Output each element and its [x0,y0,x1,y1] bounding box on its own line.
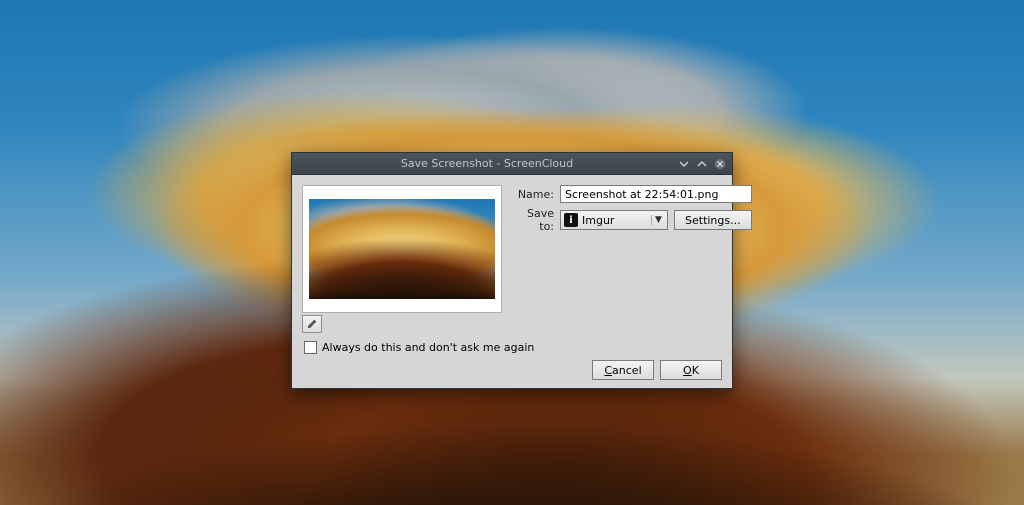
ok-button[interactable]: OK [660,360,722,380]
always-do-this-label: Always do this and don't ask me again [322,341,534,354]
save-to-selected: Imgur [582,214,647,227]
desktop-wallpaper: Save Screenshot - ScreenCloud [0,0,1024,505]
screenshot-preview [302,185,502,313]
maximize-icon[interactable] [694,156,710,172]
edit-screenshot-button[interactable] [302,315,322,333]
save-to-label: Save to: [510,207,554,233]
dialog-body: Name: Save to: i Imgur ▼ Settings... [292,175,732,388]
cancel-button[interactable]: Cancel [592,360,654,380]
minimize-icon[interactable] [676,156,692,172]
window-title: Save Screenshot - ScreenCloud [300,157,674,170]
form-panel: Name: Save to: i Imgur ▼ Settings... [510,185,752,333]
name-label: Name: [510,188,554,201]
save-to-dropdown[interactable]: i Imgur ▼ [560,210,668,230]
save-screenshot-dialog: Save Screenshot - ScreenCloud [291,152,733,389]
window-titlebar[interactable]: Save Screenshot - ScreenCloud [292,153,732,175]
cancel-button-rest: ancel [612,364,642,377]
screenshot-thumbnail [309,199,495,299]
always-do-this-checkbox[interactable] [304,341,317,354]
filename-input[interactable] [560,185,752,203]
chevron-down-icon: ▼ [651,215,665,225]
imgur-icon: i [564,213,578,227]
close-icon[interactable] [712,156,728,172]
settings-button[interactable]: Settings... [674,210,752,230]
pencil-icon [306,318,318,330]
ok-button-rest: K [692,364,699,377]
